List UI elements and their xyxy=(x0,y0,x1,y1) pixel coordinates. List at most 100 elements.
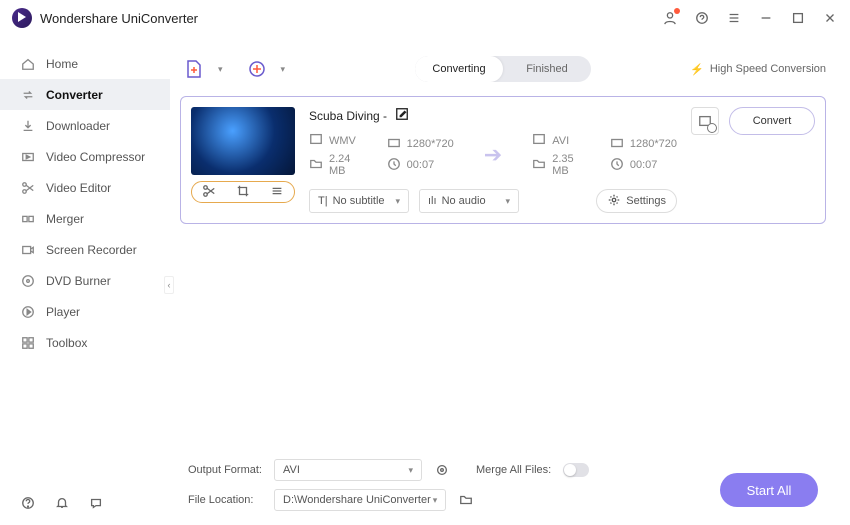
close-icon[interactable] xyxy=(822,10,838,26)
sidebar-item-downloader[interactable]: Downloader xyxy=(0,110,170,141)
file-title-row: Scuba Diving - xyxy=(309,107,677,124)
sidebar-item-label: DVD Burner xyxy=(46,274,111,288)
tab-finished[interactable]: Finished xyxy=(503,56,591,82)
content: Scuba Diving - WMV 2.24 MB 1280*720 00:0… xyxy=(170,96,836,453)
sidebar-item-label: Video Editor xyxy=(46,181,111,195)
resolution-icon xyxy=(387,136,401,153)
source-meta-2: 1280*720 00:07 xyxy=(387,136,454,174)
convert-button[interactable]: Convert xyxy=(729,107,815,135)
sidebar-item-dvd[interactable]: DVD Burner xyxy=(0,265,170,296)
trim-icon[interactable] xyxy=(202,184,216,201)
meta-row: WMV 2.24 MB 1280*720 00:07 ➔ AVI 2.35 MB xyxy=(309,132,677,177)
sidebar-item-toolbox[interactable]: Toolbox xyxy=(0,327,170,358)
feedback-icon[interactable] xyxy=(88,495,104,511)
sidebar-item-compressor[interactable]: Video Compressor xyxy=(0,141,170,172)
compressor-icon xyxy=(20,149,36,165)
sidebar-item-label: Merger xyxy=(46,212,84,226)
source-meta: WMV 2.24 MB xyxy=(309,132,357,177)
folder-icon xyxy=(309,157,323,174)
film-icon xyxy=(309,132,323,149)
file-location-label: File Location: xyxy=(188,494,262,506)
chevron-down-icon[interactable]: ▾ xyxy=(218,64,223,75)
play-icon xyxy=(20,304,36,320)
menu-icon[interactable] xyxy=(726,10,742,26)
main: ▾ ▾ Converting Finished ⚡High Speed Conv… xyxy=(170,36,850,525)
gear-icon xyxy=(607,193,621,210)
sidebar-item-player[interactable]: Player xyxy=(0,296,170,327)
file-card: Scuba Diving - WMV 2.24 MB 1280*720 00:0… xyxy=(180,96,826,224)
file-title: Scuba Diving - xyxy=(309,109,387,123)
grid-icon xyxy=(20,335,36,351)
crop-icon[interactable] xyxy=(236,184,250,201)
status-tabs: Converting Finished xyxy=(415,56,591,82)
video-thumbnail[interactable] xyxy=(191,107,295,175)
titlebar-left: Wondershare UniConverter xyxy=(12,8,198,28)
file-info: Scuba Diving - WMV 2.24 MB 1280*720 00:0… xyxy=(309,107,677,213)
output-format-label: Output Format: xyxy=(188,464,262,476)
bell-icon[interactable] xyxy=(54,495,70,511)
tab-converting[interactable]: Converting xyxy=(415,56,503,82)
merge-toggle[interactable] xyxy=(563,463,589,477)
sidebar-item-home[interactable]: Home xyxy=(0,48,170,79)
folder-icon xyxy=(532,157,546,174)
support-icon[interactable] xyxy=(694,10,710,26)
film-icon xyxy=(532,132,546,149)
sidebar-item-label: Video Compressor xyxy=(46,150,145,164)
add-folder-button[interactable] xyxy=(243,55,271,83)
start-all-button[interactable]: Start All xyxy=(720,473,818,507)
subtitle-icon: T| xyxy=(318,195,328,207)
sidebar-item-converter[interactable]: Converter xyxy=(0,79,170,110)
bolt-icon: ⚡ xyxy=(690,63,704,76)
chevron-down-icon[interactable]: ▾ xyxy=(281,64,286,75)
collapse-sidebar-button[interactable]: ‹ xyxy=(164,276,174,294)
sidebar-item-label: Toolbox xyxy=(46,336,87,350)
clock-icon xyxy=(610,157,624,174)
target-meta-2: 1280*720 00:07 xyxy=(610,136,677,174)
help-icon[interactable] xyxy=(20,495,36,511)
sidebar-bottom xyxy=(0,481,170,525)
minimize-icon[interactable] xyxy=(758,10,774,26)
select-row: T|No subtitle▾ ılıNo audio▾ Settings xyxy=(309,189,677,213)
thumbnail-column xyxy=(191,107,295,203)
download-icon xyxy=(20,118,36,134)
converter-icon xyxy=(20,87,36,103)
merger-icon xyxy=(20,211,36,227)
account-icon[interactable] xyxy=(662,10,678,26)
subtitle-select[interactable]: T|No subtitle▾ xyxy=(309,189,409,213)
output-format-select[interactable]: AVI▾ xyxy=(274,459,422,481)
sidebar: Home Converter Downloader Video Compress… xyxy=(0,36,170,525)
recorder-icon xyxy=(20,242,36,258)
maximize-icon[interactable] xyxy=(790,10,806,26)
audio-icon: ılı xyxy=(428,195,437,207)
file-location-select[interactable]: D:\Wondershare UniConverter▾ xyxy=(274,489,446,511)
panel-top: ▾ ▾ Converting Finished ⚡High Speed Conv… xyxy=(170,42,836,96)
add-file-button[interactable] xyxy=(180,55,208,83)
format-settings-icon[interactable] xyxy=(434,462,450,478)
sidebar-item-label: Player xyxy=(46,305,80,319)
sidebar-item-recorder[interactable]: Screen Recorder xyxy=(0,234,170,265)
bottom-bar: Output Format: AVI▾ Merge All Files: Fil… xyxy=(170,453,836,525)
edit-title-icon[interactable] xyxy=(395,107,409,124)
app-logo-icon xyxy=(12,8,32,28)
audio-select[interactable]: ılıNo audio▾ xyxy=(419,189,519,213)
sidebar-item-merger[interactable]: Merger xyxy=(0,203,170,234)
target-meta: AVI 2.35 MB xyxy=(532,132,580,177)
resolution-icon xyxy=(610,136,624,153)
panel: ▾ ▾ Converting Finished ⚡High Speed Conv… xyxy=(170,42,836,525)
sidebar-item-label: Downloader xyxy=(46,119,110,133)
scissors-icon xyxy=(20,180,36,196)
settings-button[interactable]: Settings xyxy=(596,189,677,213)
merge-label: Merge All Files: xyxy=(476,464,551,476)
disc-icon xyxy=(20,273,36,289)
effect-icon[interactable] xyxy=(270,184,284,201)
sidebar-item-editor[interactable]: Video Editor xyxy=(0,172,170,203)
card-right: Convert xyxy=(691,107,815,135)
layout: Home Converter Downloader Video Compress… xyxy=(0,36,850,525)
sidebar-item-label: Home xyxy=(46,57,78,71)
thumbnail-tools xyxy=(191,181,295,203)
open-folder-icon[interactable] xyxy=(458,492,474,508)
clock-icon xyxy=(387,157,401,174)
high-speed-label[interactable]: ⚡High Speed Conversion xyxy=(690,63,826,76)
sidebar-item-label: Screen Recorder xyxy=(46,243,137,257)
output-settings-button[interactable] xyxy=(691,107,719,135)
